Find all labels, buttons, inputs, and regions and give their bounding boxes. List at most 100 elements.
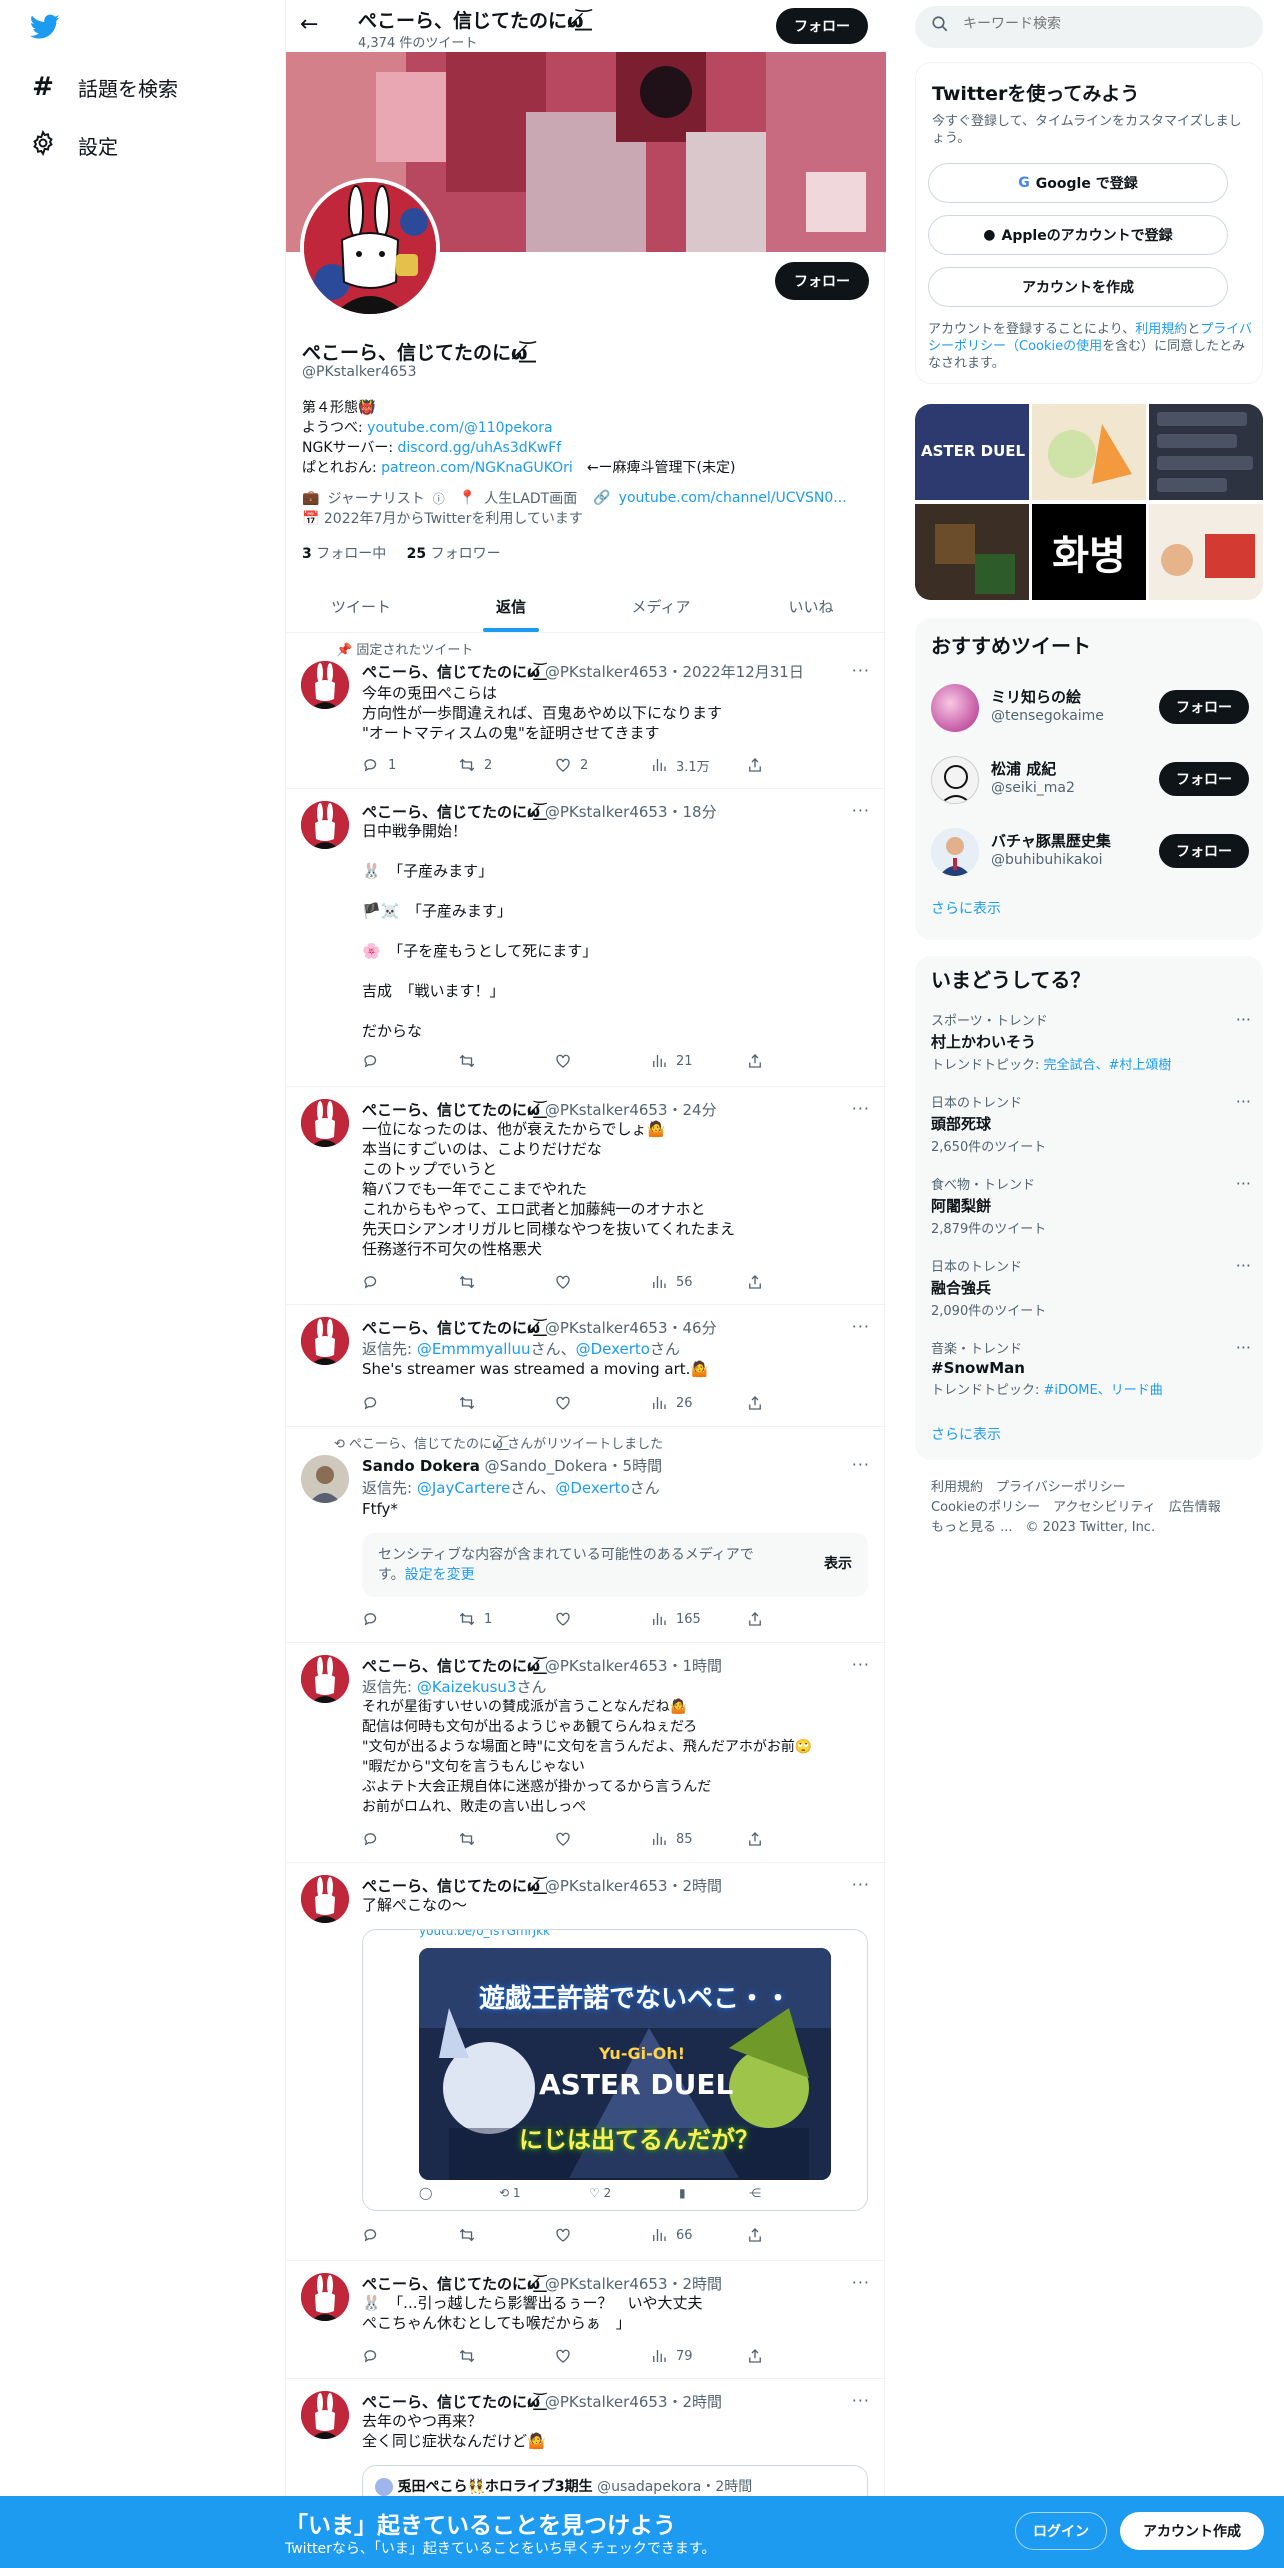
like-button[interactable]	[554, 1272, 650, 1292]
share-button[interactable]	[746, 1272, 764, 1292]
tab-media[interactable]: メディア	[586, 580, 736, 632]
create-account-button[interactable]: アカウントを作成	[928, 267, 1228, 307]
tweet-author-name[interactable]: ぺこーら、信じてたのにω̸͝͏͏͟͟	[362, 1877, 540, 1895]
nav-item-explore[interactable]: # 話題を検索	[30, 72, 178, 102]
avatar[interactable]	[301, 661, 349, 709]
reply-button[interactable]	[362, 2346, 458, 2366]
views-button[interactable]: 3.1万	[650, 755, 746, 775]
retweet-button[interactable]	[458, 1829, 554, 1849]
footer-link[interactable]: 利用規約	[931, 1480, 983, 1495]
footer-link[interactable]: もっと見る ...	[931, 1520, 1013, 1535]
more-options-icon[interactable]: ···	[852, 2273, 870, 2292]
more-options-icon[interactable]: ···	[1236, 1010, 1251, 1029]
reply-button[interactable]	[362, 1051, 458, 1071]
tab-tweets[interactable]: ツイート	[286, 580, 436, 632]
tweet-author-name[interactable]: Sando Dokera	[362, 1457, 480, 1475]
profile-avatar[interactable]	[300, 178, 440, 318]
mention-link[interactable]: @JayCartere	[417, 1479, 511, 1497]
tweet-author-name[interactable]: ぺこーら、信じてたのにω̸͝͏͏͟͟	[362, 2275, 540, 2293]
embed-like-button[interactable]: ♡ 2	[589, 2186, 679, 2204]
tweet-meta[interactable]: @PKstalker4653・24分	[545, 1101, 717, 1119]
tweet-author-name[interactable]: ぺこーら、信じてたのにω̸͝͏͏͟͟	[362, 1101, 540, 1119]
avatar[interactable]	[301, 1317, 349, 1365]
tweet-item[interactable]: ぺこーら、信じてたのにω̸͝͏͏͟͟ @PKstalker4653・2時間 ··…	[286, 2261, 886, 2379]
retweet-button[interactable]	[458, 2346, 554, 2366]
google-signup-button[interactable]: G Google で登録	[928, 163, 1228, 203]
bio-discord-link[interactable]: discord.gg/uhAs3dKwFf	[398, 440, 562, 456]
views-button[interactable]: 21	[650, 1051, 746, 1071]
profile-follow-button[interactable]: フォロー	[775, 262, 869, 300]
mention-link[interactable]: @Dexerto	[576, 1340, 650, 1358]
trend-item[interactable]: 日本のトレンド 融合強兵 2,090件のツイート ···	[931, 1256, 1251, 1319]
tweet-meta[interactable]: @PKstalker4653・2時間	[545, 2275, 722, 2293]
tweet-item[interactable]: ぺこーら、信じてたのにω̸͝͏͏͟͟ @PKstalker4653・24分 ··…	[286, 1087, 886, 1305]
retweet-button[interactable]: 1	[458, 1609, 554, 1629]
more-options-icon[interactable]: ···	[852, 1455, 870, 1474]
login-button[interactable]: ログイン	[1015, 2512, 1107, 2550]
retweet-button[interactable]: 2	[458, 755, 554, 775]
mention-link[interactable]: @Dexerto	[555, 1479, 629, 1497]
trend-item[interactable]: スポーツ・トレンド 村上かわいそう トレンドトピック: 完全試合、#村上頌樹 ·…	[931, 1010, 1251, 1073]
retweet-button[interactable]	[458, 1393, 554, 1413]
terms-link[interactable]: 利用規約	[1135, 322, 1187, 337]
tweet-meta[interactable]: @PKstalker4653・2時間	[545, 1877, 722, 1895]
retweet-button[interactable]	[458, 1051, 554, 1071]
more-options-icon[interactable]: ···	[1236, 1092, 1251, 1111]
header-follow-button[interactable]: フォロー	[776, 8, 868, 44]
share-button[interactable]	[746, 1393, 764, 1413]
tweet-author-name[interactable]: ぺこーら、信じてたのにω̸͝͏͏͟͟	[362, 663, 540, 681]
embed-reply-icon[interactable]: ◯	[419, 2186, 499, 2204]
more-options-icon[interactable]: ···	[852, 661, 870, 680]
tweet-item[interactable]: ぺこーら、信じてたのにω̸͝͏͏͟͟ @PKstalker4653・18分 ··…	[286, 789, 886, 1087]
embedded-card[interactable]: youtu.be/o_IsTGmrJkk 遊戯王許諾でないペこ・・ Yu-Gi-…	[362, 1929, 868, 2211]
tweet-meta[interactable]: @PKstalker4653・18分	[545, 803, 717, 821]
search-box[interactable]	[915, 6, 1263, 48]
embed-retweet-button[interactable]: ⟲ 1	[499, 2186, 589, 2204]
change-settings-link[interactable]: 設定を変更	[405, 1567, 475, 1583]
share-button[interactable]	[746, 755, 764, 775]
mention-link[interactable]: @Kaizekusu3	[417, 1678, 517, 1696]
footer-link[interactable]: 広告情報	[1169, 1500, 1221, 1515]
trend-topic-links[interactable]: 完全試合、#村上頌樹	[1044, 1058, 1172, 1073]
like-button[interactable]: 2	[554, 755, 650, 775]
share-button[interactable]	[746, 2346, 764, 2366]
tweet-author-name[interactable]: ぺこーら、信じてたのにω̸͝͏͏͟͟	[362, 803, 540, 821]
footer-link[interactable]: Cookieのポリシー	[931, 1500, 1040, 1515]
embed-share-icon[interactable]: ⋲	[749, 2186, 761, 2204]
media-thumb[interactable]	[1032, 404, 1146, 500]
search-input[interactable]	[963, 16, 1243, 32]
trend-item[interactable]: 音楽・トレンド #SnowMan トレンドトピック: #iDOME、リード曲 ·…	[931, 1338, 1251, 1398]
bio-patreon-link[interactable]: patreon.com/NGKnaGUKOri	[381, 460, 573, 476]
tweet-meta[interactable]: @PKstalker4653・1時間	[545, 1657, 722, 1675]
reply-button[interactable]	[362, 1393, 458, 1413]
tweet-author-name[interactable]: ぺこーら、信じてたのにω̸͝͏͏͟͟	[362, 2393, 540, 2411]
tab-replies[interactable]: 返信	[436, 580, 586, 632]
tweet-item[interactable]: ぺこーら、信じてたのにω̸͝͏͏͟͟ @PKstalker4653・2時間 ··…	[286, 1863, 886, 2261]
reply-button[interactable]: 1	[362, 755, 458, 775]
reply-button[interactable]	[362, 1272, 458, 1292]
avatar[interactable]	[301, 1099, 349, 1147]
share-button[interactable]	[746, 2225, 764, 2245]
suggested-user[interactable]: 松浦 成紀 @seiki_ma2 フォロー	[915, 744, 1263, 816]
trend-item[interactable]: 食べ物・トレンド 阿闍梨餅 2,879件のツイート ···	[931, 1174, 1251, 1237]
like-button[interactable]	[554, 2225, 650, 2245]
more-options-icon[interactable]: ···	[1236, 1256, 1251, 1275]
media-thumb[interactable]	[915, 504, 1029, 600]
share-button[interactable]	[746, 1609, 764, 1629]
share-button[interactable]	[746, 1829, 764, 1849]
bio-youtube-link[interactable]: youtube.com/@110pekora	[367, 420, 552, 436]
following-link[interactable]: 3 フォロー中	[302, 546, 386, 562]
suggested-user[interactable]: ミリ知らの絵 @tensegokaime フォロー	[915, 672, 1263, 744]
followers-link[interactable]: 25 フォロワー	[407, 546, 501, 562]
tweet-item[interactable]: ⟲ ぺこーら、信じてたのにω̸͝͏͏͟͟ さんがリツイートしました Sando …	[286, 1427, 886, 1643]
tweet-meta[interactable]: @Sando_Dokera・5時間	[485, 1457, 662, 1475]
more-options-icon[interactable]: ···	[852, 1099, 870, 1118]
trend-topic-links[interactable]: #iDOME、リード曲	[1044, 1383, 1163, 1398]
tweet-item[interactable]: ぺこーら、信じてたのにω̸͝͏͏͟͟ @PKstalker4653・46分 ··…	[286, 1305, 886, 1427]
video-thumbnail[interactable]: 遊戯王許諾でないペこ・・ Yu-Gi-Oh! ASTER DUEL にじは出てる…	[419, 1948, 831, 2180]
media-thumb[interactable]: ASTER DUEL	[915, 404, 1029, 500]
more-options-icon[interactable]: ···	[852, 2391, 870, 2410]
reply-button[interactable]	[362, 2225, 458, 2245]
twitter-logo-icon[interactable]	[29, 14, 60, 44]
tweet-item[interactable]: ぺこーら、信じてたのにω̸͝͏͏͟͟ @PKstalker4653・1時間 ··…	[286, 1643, 886, 1863]
